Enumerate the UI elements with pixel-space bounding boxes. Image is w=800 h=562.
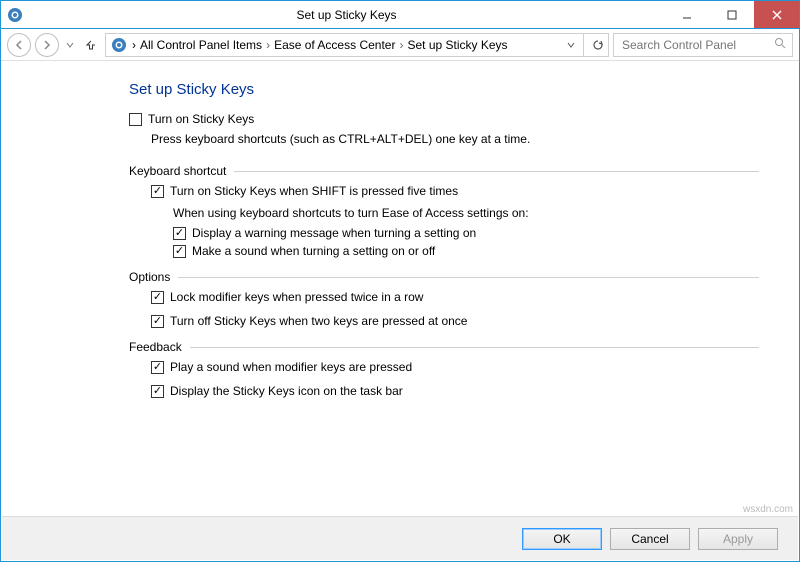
taskbar-checkbox[interactable] bbox=[151, 385, 164, 398]
shortcut-subnote: When using keyboard shortcuts to turn Ea… bbox=[173, 206, 759, 220]
address-dropdown[interactable] bbox=[567, 38, 575, 52]
close-button[interactable] bbox=[754, 1, 799, 28]
minimize-button[interactable] bbox=[664, 1, 709, 28]
control-panel-icon bbox=[110, 36, 128, 54]
group-feedback: Feedback Play a sound when modifier keys… bbox=[129, 340, 759, 398]
twokeys-label: Turn off Sticky Keys when two keys are p… bbox=[170, 314, 467, 328]
turn-on-label: Turn on Sticky Keys bbox=[148, 112, 254, 126]
navbar: › All Control Panel Items › Ease of Acce… bbox=[1, 29, 799, 61]
turn-on-row: Turn on Sticky Keys bbox=[129, 112, 759, 126]
search-input[interactable] bbox=[620, 37, 760, 53]
ok-label: OK bbox=[553, 532, 570, 546]
window-title: Set up Sticky Keys bbox=[29, 1, 664, 28]
group-title: Options bbox=[129, 270, 170, 284]
turn-on-checkbox[interactable] bbox=[129, 113, 142, 126]
titlebar: Set up Sticky Keys bbox=[1, 1, 799, 29]
content-pane: Set up Sticky Keys Turn on Sticky Keys P… bbox=[1, 61, 799, 515]
turn-on-description: Press keyboard shortcuts (such as CTRL+A… bbox=[151, 132, 759, 146]
search-box[interactable] bbox=[613, 33, 793, 57]
back-button[interactable] bbox=[7, 33, 31, 57]
recent-locations-button[interactable] bbox=[63, 41, 77, 49]
address-bar[interactable]: › All Control Panel Items › Ease of Acce… bbox=[105, 33, 609, 57]
playsound-label: Play a sound when modifier keys are pres… bbox=[170, 360, 412, 374]
group-divider bbox=[234, 171, 759, 172]
lock-label: Lock modifier keys when pressed twice in… bbox=[170, 290, 423, 304]
breadcrumb-item[interactable]: Ease of Access Center bbox=[274, 38, 395, 52]
page-title: Set up Sticky Keys bbox=[129, 81, 759, 98]
group-keyboard-shortcut: Keyboard shortcut Turn on Sticky Keys wh… bbox=[129, 164, 759, 258]
titlebar-app-icon bbox=[1, 1, 29, 28]
breadcrumb-item[interactable]: All Control Panel Items bbox=[140, 38, 262, 52]
refresh-button[interactable] bbox=[583, 34, 604, 56]
group-title: Keyboard shortcut bbox=[129, 164, 226, 178]
breadcrumb-sep: › bbox=[397, 38, 405, 52]
group-title: Feedback bbox=[129, 340, 182, 354]
cancel-label: Cancel bbox=[631, 532, 668, 546]
watermark: wsxdn.com bbox=[743, 504, 793, 515]
sound-label: Make a sound when turning a setting on o… bbox=[192, 244, 435, 258]
sound-checkbox[interactable] bbox=[173, 245, 186, 258]
maximize-button[interactable] bbox=[709, 1, 754, 28]
playsound-checkbox[interactable] bbox=[151, 361, 164, 374]
cancel-button[interactable]: Cancel bbox=[610, 528, 690, 550]
shift5-label: Turn on Sticky Keys when SHIFT is presse… bbox=[170, 184, 458, 198]
lock-checkbox[interactable] bbox=[151, 291, 164, 304]
apply-button[interactable]: Apply bbox=[698, 528, 778, 550]
dialog-footer: OK Cancel Apply bbox=[2, 516, 798, 560]
shift5-checkbox[interactable] bbox=[151, 185, 164, 198]
breadcrumb-sep: › bbox=[132, 38, 136, 52]
apply-label: Apply bbox=[723, 532, 753, 546]
breadcrumb-item[interactable]: Set up Sticky Keys bbox=[407, 38, 507, 52]
ok-button[interactable]: OK bbox=[522, 528, 602, 550]
warn-checkbox[interactable] bbox=[173, 227, 186, 240]
breadcrumb: All Control Panel Items › Ease of Access… bbox=[140, 38, 508, 52]
group-options: Options Lock modifier keys when pressed … bbox=[129, 270, 759, 328]
group-divider bbox=[178, 277, 759, 278]
up-button[interactable] bbox=[81, 35, 101, 55]
group-divider bbox=[190, 347, 759, 348]
search-icon bbox=[774, 37, 786, 52]
warn-label: Display a warning message when turning a… bbox=[192, 226, 476, 240]
forward-button[interactable] bbox=[35, 33, 59, 57]
taskbar-label: Display the Sticky Keys icon on the task… bbox=[170, 384, 403, 398]
breadcrumb-sep: › bbox=[264, 38, 272, 52]
twokeys-checkbox[interactable] bbox=[151, 315, 164, 328]
